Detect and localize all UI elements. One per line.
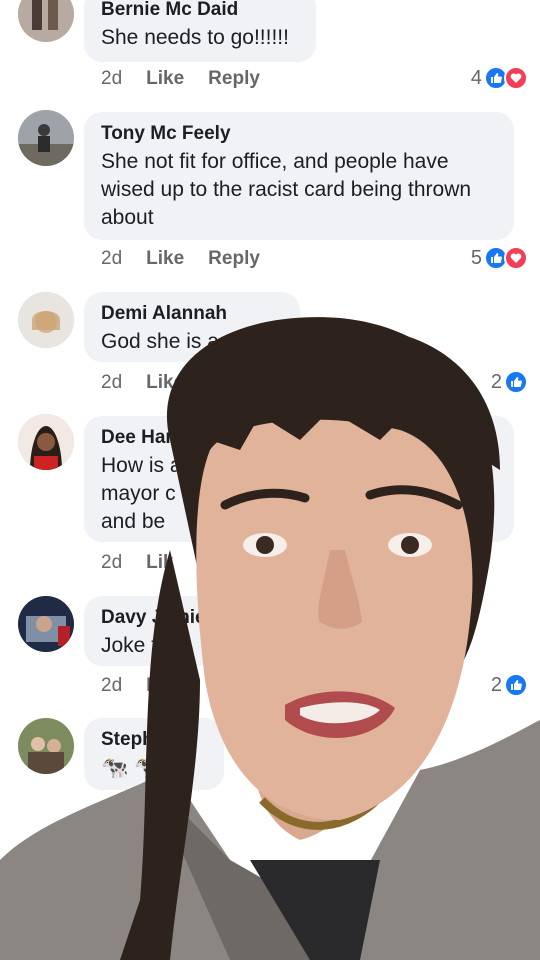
- comment-time[interactable]: 2d: [101, 68, 122, 90]
- comment-time[interactable]: 2d: [101, 248, 122, 270]
- heart-icon: [504, 66, 528, 90]
- creator-overlay-image: [0, 317, 540, 960]
- reaction-count: 2: [490, 370, 502, 393]
- comment-text-line: and be: [101, 510, 166, 533]
- reaction-summary[interactable]: 5: [471, 246, 528, 270]
- comment-text: She not fit for office, and people have …: [101, 150, 472, 229]
- reaction-summary[interactable]: 2: [491, 673, 528, 697]
- avatar[interactable]: [28, 840, 64, 876]
- comment-bubble: Demi Alannah God she is a wi: [84, 292, 300, 362]
- comment-text: 🐄🐄: [101, 755, 168, 780]
- comment-author[interactable]: Dee Ham: [101, 426, 496, 450]
- like-link[interactable]: Like: [146, 68, 184, 90]
- comment-text: Joke ffs: [101, 634, 173, 657]
- reaction-count: 5: [470, 246, 482, 269]
- avatar[interactable]: [18, 292, 74, 348]
- comment-bubble: Davy Jamie Joke ffs: [84, 596, 224, 666]
- avatar[interactable]: [18, 0, 74, 42]
- like-link[interactable]: Like: [146, 248, 184, 270]
- like-link[interactable]: Like: [146, 675, 184, 697]
- comment-author[interactable]: Bernie Mc Daid: [101, 0, 298, 22]
- comment-time[interactable]: 2d: [101, 372, 122, 394]
- reaction-count: 2: [490, 673, 502, 696]
- comment-text-line: How is a: [101, 454, 182, 477]
- thumbs-up-icon: [504, 370, 528, 394]
- reaction-summary[interactable]: 4: [471, 66, 528, 90]
- comment-text-line: mayor c: [101, 482, 176, 505]
- like-link[interactable]: Lik: [146, 552, 173, 574]
- comment-time[interactable]: 2d: [101, 798, 122, 820]
- reaction-summary[interactable]: 2: [491, 370, 528, 394]
- comment-bubble: Bernie Mc Daid She needs to go!!!!!!: [84, 0, 316, 62]
- comment-author[interactable]: Davy Jamie: [101, 606, 206, 630]
- comment-author[interactable]: Demi Alannah: [101, 302, 282, 326]
- heart-icon: [504, 246, 528, 270]
- comment-author[interactable]: Tony Mc Feely: [101, 122, 496, 146]
- comment-bubble: Dee Ham How is a mayor c and be: [84, 416, 514, 542]
- avatar[interactable]: [18, 110, 74, 166]
- comment-bubble: Tony Mc Feely She not fit for office, an…: [84, 112, 514, 240]
- comment-text: She needs to go!!!!!!: [101, 26, 289, 49]
- avatar[interactable]: [18, 414, 74, 470]
- reply-link[interactable]: Reply: [208, 248, 260, 270]
- thumbs-up-icon: [504, 673, 528, 697]
- comment-time[interactable]: 2d: [101, 675, 122, 697]
- reaction-count: 4: [470, 66, 482, 89]
- comment-time[interactable]: 2d: [101, 552, 122, 574]
- avatar[interactable]: [18, 718, 74, 774]
- comment-author[interactable]: Stephen: [101, 728, 206, 752]
- reply-link[interactable]: Reply: [208, 68, 260, 90]
- comment-text: God she is a wi: [101, 330, 245, 353]
- avatar[interactable]: [18, 596, 74, 652]
- comment-bubble: Stephen 🐄🐄: [84, 718, 224, 790]
- like-link[interactable]: Like: [146, 372, 184, 394]
